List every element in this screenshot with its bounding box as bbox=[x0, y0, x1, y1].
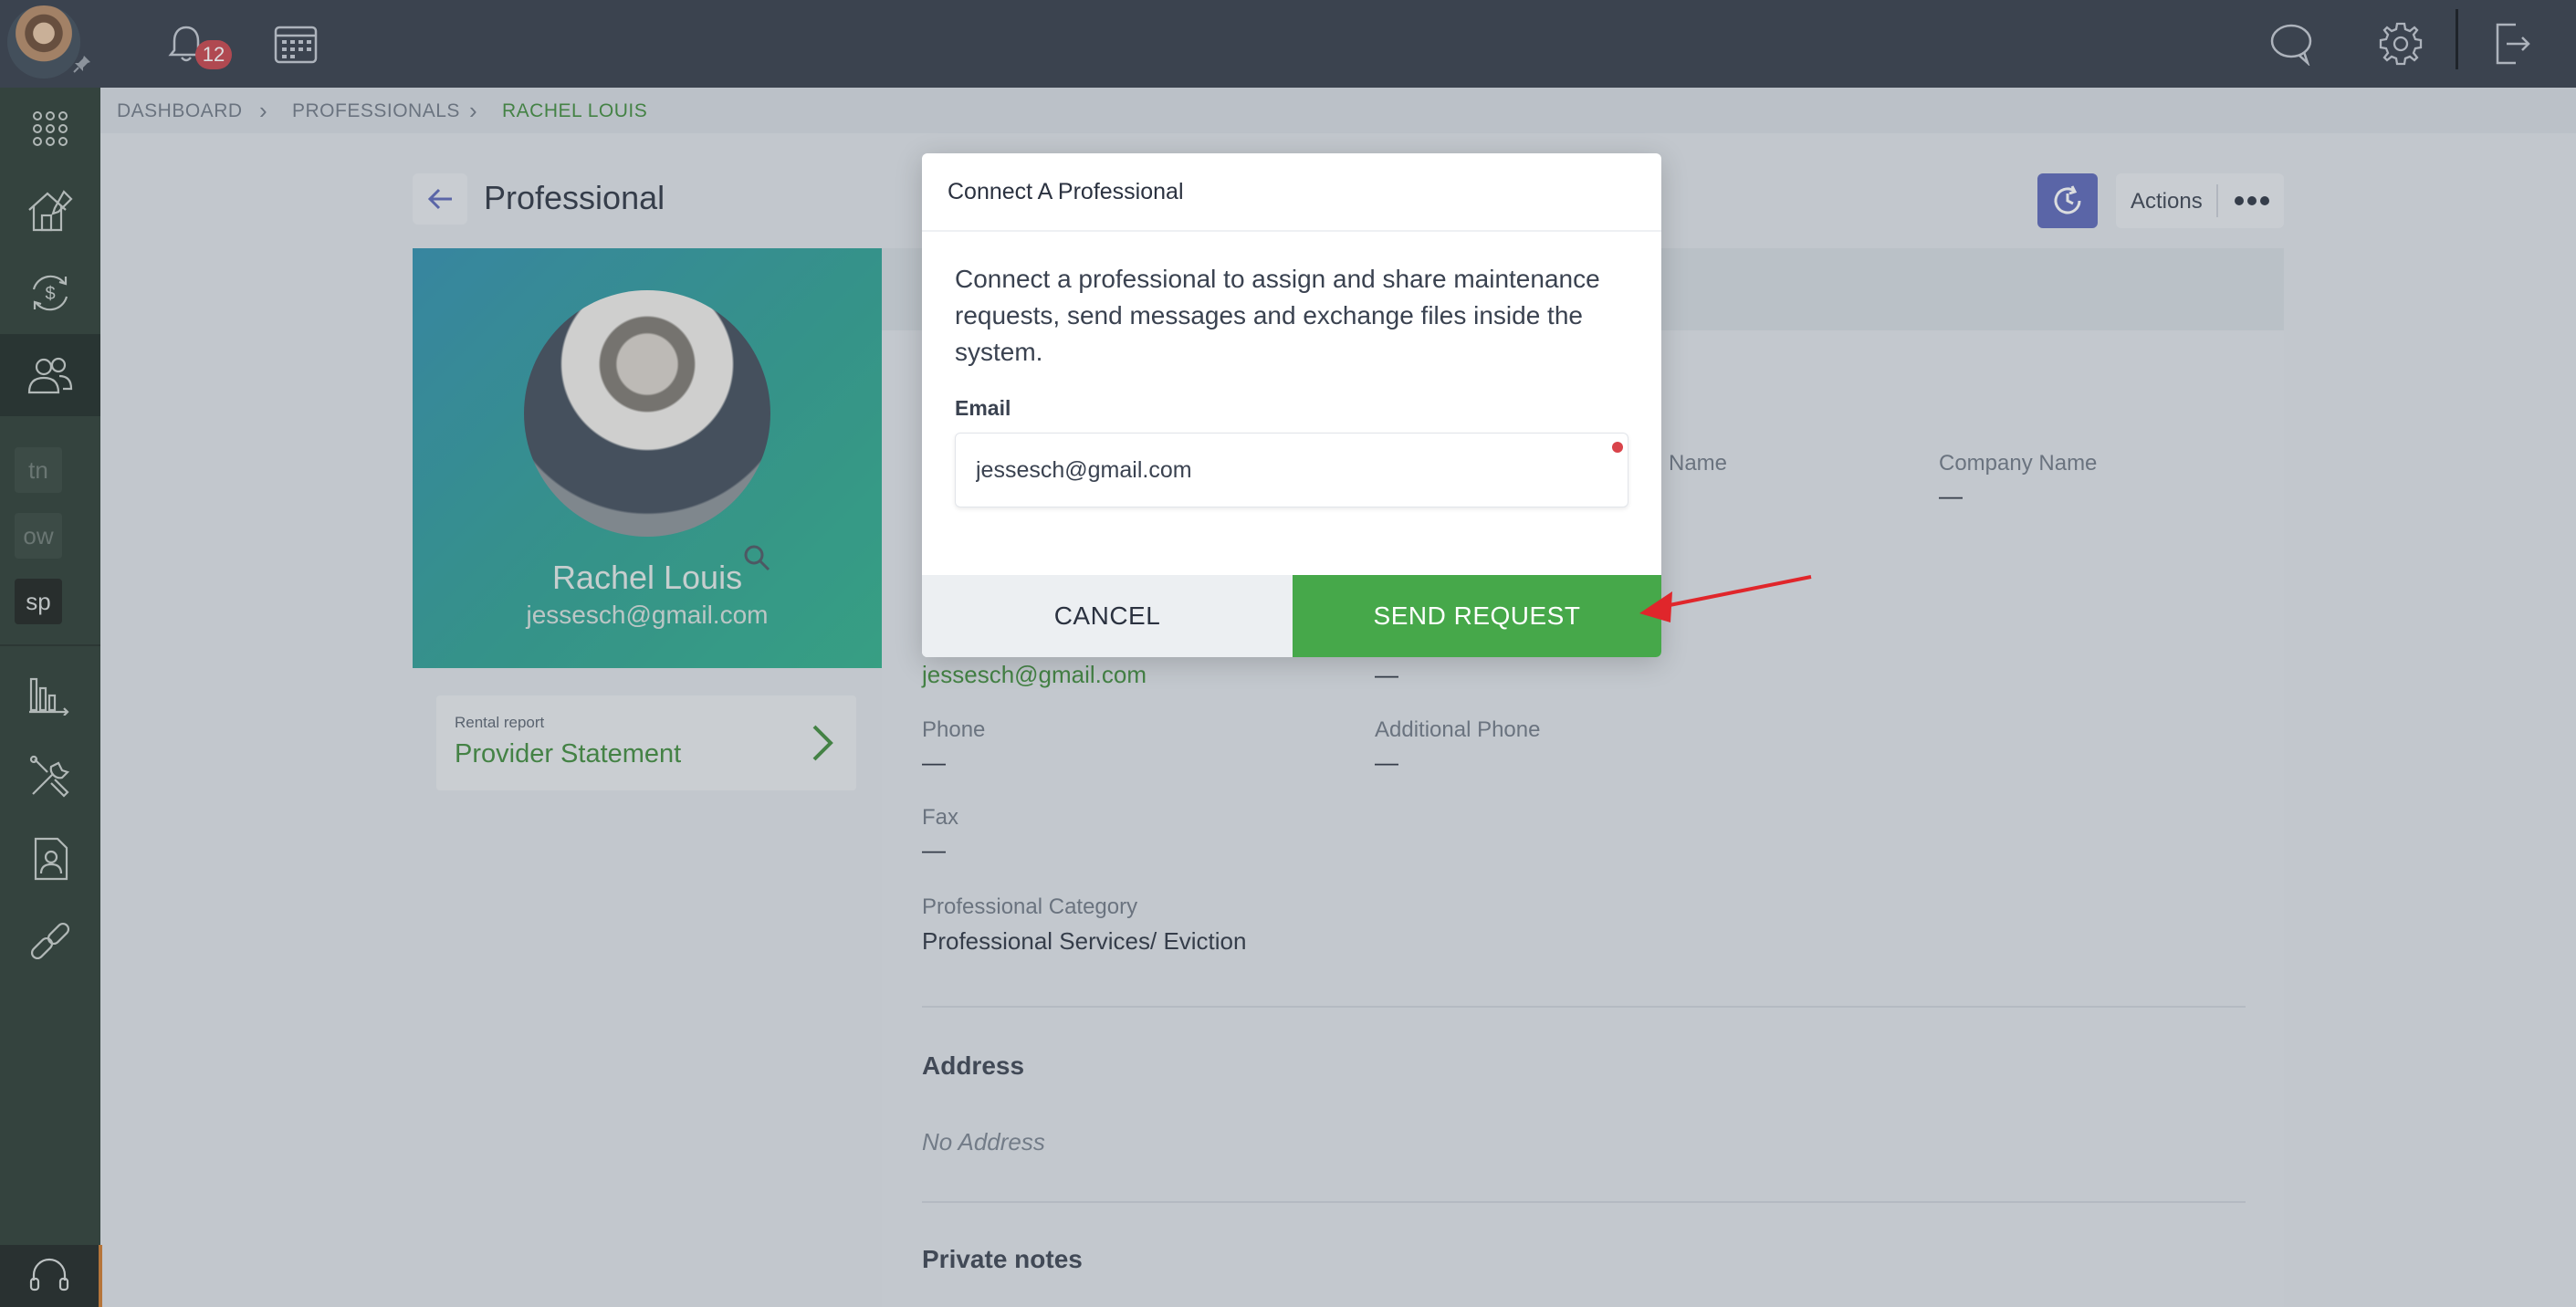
modal-divider bbox=[922, 230, 1661, 232]
connect-professional-modal: Connect A Professional Connect a profess… bbox=[922, 153, 1661, 657]
email-label: Email bbox=[955, 396, 1011, 420]
cancel-button[interactable]: CANCEL bbox=[922, 575, 1293, 657]
send-request-button[interactable]: SEND REQUEST bbox=[1293, 575, 1661, 657]
email-field[interactable] bbox=[955, 433, 1628, 507]
annotation-arrow-icon bbox=[1639, 575, 1812, 622]
required-indicator-icon bbox=[1612, 442, 1623, 453]
modal-title: Connect A Professional bbox=[948, 179, 1184, 204]
modal-description: Connect a professional to assign and sha… bbox=[955, 265, 1600, 366]
